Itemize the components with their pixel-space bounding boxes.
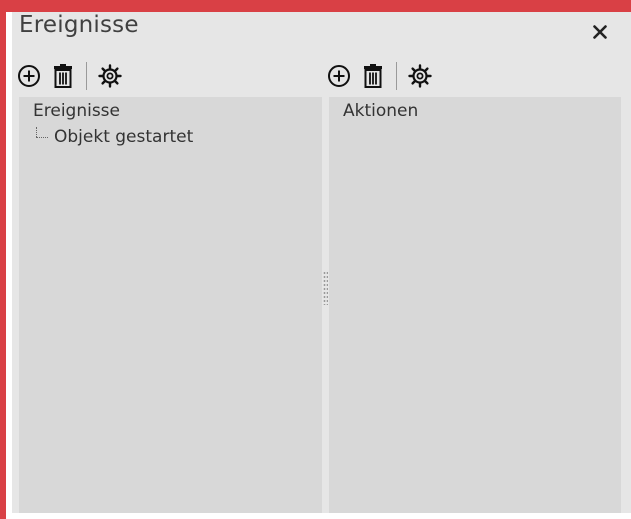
actions-header: Aktionen [343,101,419,121]
add-action-button[interactable] [322,59,356,93]
gear-icon [98,64,122,88]
window-title: Ereignisse [19,12,139,38]
events-header: Ereignisse [33,101,121,121]
delete-event-button[interactable] [46,59,80,93]
pane-splitter[interactable] [322,97,329,513]
add-circle-icon [18,65,40,87]
events-toolbar [12,56,127,96]
trash-icon [364,64,382,88]
toolbar-separator [86,62,87,90]
tree-connector [33,127,51,147]
window-accent-bar [0,0,631,12]
event-item-label: Objekt gestartet [54,127,194,147]
events-list[interactable]: Ereignisse Objekt gestartet [19,97,322,513]
close-icon [593,25,607,39]
actions-toolbar [322,56,437,96]
events-window: Ereignisse Ereignisse Objekt gestartet A… [0,0,631,519]
add-event-button[interactable] [12,59,46,93]
delete-action-button[interactable] [356,59,390,93]
action-settings-button[interactable] [403,59,437,93]
trash-icon [54,64,72,88]
window-bottom-edge [12,513,631,519]
add-circle-icon [328,65,350,87]
splitter-grip [323,271,328,305]
toolbar-separator [396,62,397,90]
event-settings-button[interactable] [93,59,127,93]
gear-icon [408,64,432,88]
actions-list[interactable]: Aktionen [329,97,621,513]
close-button[interactable] [580,12,620,52]
event-item-objekt-gestartet[interactable]: Objekt gestartet [33,127,193,147]
